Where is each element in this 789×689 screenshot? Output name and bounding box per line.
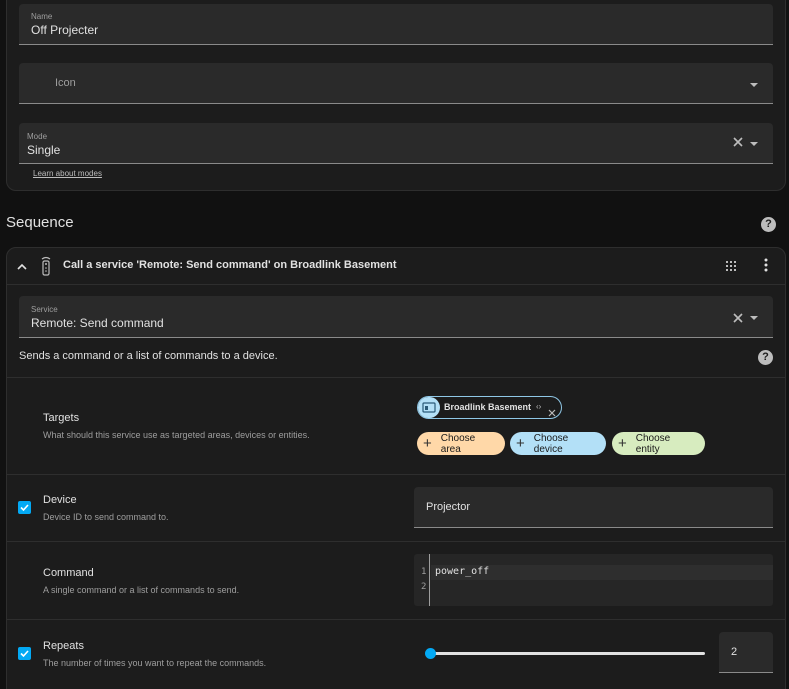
command-code-editor[interactable]: 1 2 power_off: [414, 554, 773, 606]
repeats-divider: [7, 619, 785, 620]
service-select-value: Remote: Send command: [31, 316, 164, 330]
mode-select[interactable]: Mode Single: [19, 123, 773, 164]
line-number: 1: [421, 567, 427, 577]
name-field-label: Name: [31, 12, 53, 21]
plus-icon: +: [516, 435, 525, 452]
sequence-help-icon[interactable]: ?: [761, 217, 776, 232]
command-description: A single command or a list of commands t…: [43, 585, 240, 595]
service-select[interactable]: Service Remote: Send command: [19, 296, 773, 338]
plus-icon: +: [618, 435, 627, 452]
icon-picker-placeholder: Icon: [55, 77, 76, 89]
repeats-slider-track[interactable]: [431, 652, 705, 655]
service-description: Sends a command or a list of commands to…: [19, 350, 278, 362]
choose-device-button[interactable]: + Choose device: [510, 432, 606, 455]
choose-area-label: Choose area: [440, 432, 476, 455]
mode-select-value: Single: [27, 143, 61, 157]
choose-entity-label: Choose entity: [635, 432, 671, 455]
code-line: power_off: [435, 566, 490, 577]
device-title: Device: [43, 494, 77, 506]
action-header-divider: [7, 284, 785, 285]
repeats-checkbox[interactable]: [18, 647, 31, 660]
choose-entity-button[interactable]: + Choose entity: [612, 432, 705, 455]
remote-icon: [39, 256, 53, 276]
choose-device-label: Choose device: [533, 432, 569, 455]
learn-about-modes-link[interactable]: Learn about modes: [33, 169, 102, 178]
more-options-icon[interactable]: [761, 258, 771, 272]
expand-chip-icon[interactable]: ‹›: [536, 402, 541, 411]
mode-select-label: Mode: [27, 132, 48, 141]
choose-area-button[interactable]: + Choose area: [417, 432, 505, 455]
icon-picker[interactable]: Icon: [19, 63, 773, 104]
drag-handle-icon[interactable]: [725, 259, 737, 271]
service-clear-icon[interactable]: [731, 311, 745, 325]
remove-chip-icon[interactable]: [548, 404, 556, 417]
device-description: Device ID to send command to.: [43, 512, 169, 522]
plus-icon: +: [423, 435, 432, 452]
repeats-title: Repeats: [43, 640, 84, 652]
editor-gutter: [414, 554, 430, 606]
repeats-number-value: 2: [731, 646, 738, 658]
target-chip-broadlink-basement[interactable]: Broadlink Basement ‹›: [417, 396, 562, 419]
icon-dropdown-caret-icon[interactable]: [750, 83, 758, 87]
mode-clear-icon[interactable]: [731, 135, 745, 149]
mode-dropdown-caret-icon[interactable]: [750, 142, 758, 146]
device-checkbox[interactable]: [18, 501, 31, 514]
device-divider: [7, 474, 785, 475]
name-field[interactable]: Name Off Projecter: [19, 4, 773, 45]
command-divider: [7, 541, 785, 542]
sequence-heading: Sequence: [6, 214, 74, 231]
device-input[interactable]: Projector: [414, 487, 773, 528]
targets-title: Targets: [43, 412, 80, 424]
targets-description: What should this service use as targeted…: [43, 430, 310, 440]
repeats-number-input[interactable]: 2: [719, 632, 773, 673]
service-help-icon[interactable]: ?: [758, 350, 773, 365]
repeats-description: The number of times you want to repeat t…: [43, 658, 267, 668]
command-title: Command: [43, 567, 94, 579]
service-dropdown-caret-icon[interactable]: [750, 316, 758, 320]
service-select-label: Service: [31, 305, 58, 314]
name-field-value: Off Projecter: [31, 23, 99, 37]
collapse-chevron-icon[interactable]: [16, 260, 28, 272]
device-input-value: Projector: [426, 501, 471, 513]
device-chip-icon: [418, 397, 440, 418]
repeats-slider-thumb[interactable]: [425, 648, 436, 659]
targets-divider: [7, 377, 785, 378]
line-number: 2: [421, 582, 427, 592]
action-title: Call a service 'Remote: Send command' on…: [63, 259, 397, 271]
target-chip-label: Broadlink Basement: [444, 402, 532, 412]
